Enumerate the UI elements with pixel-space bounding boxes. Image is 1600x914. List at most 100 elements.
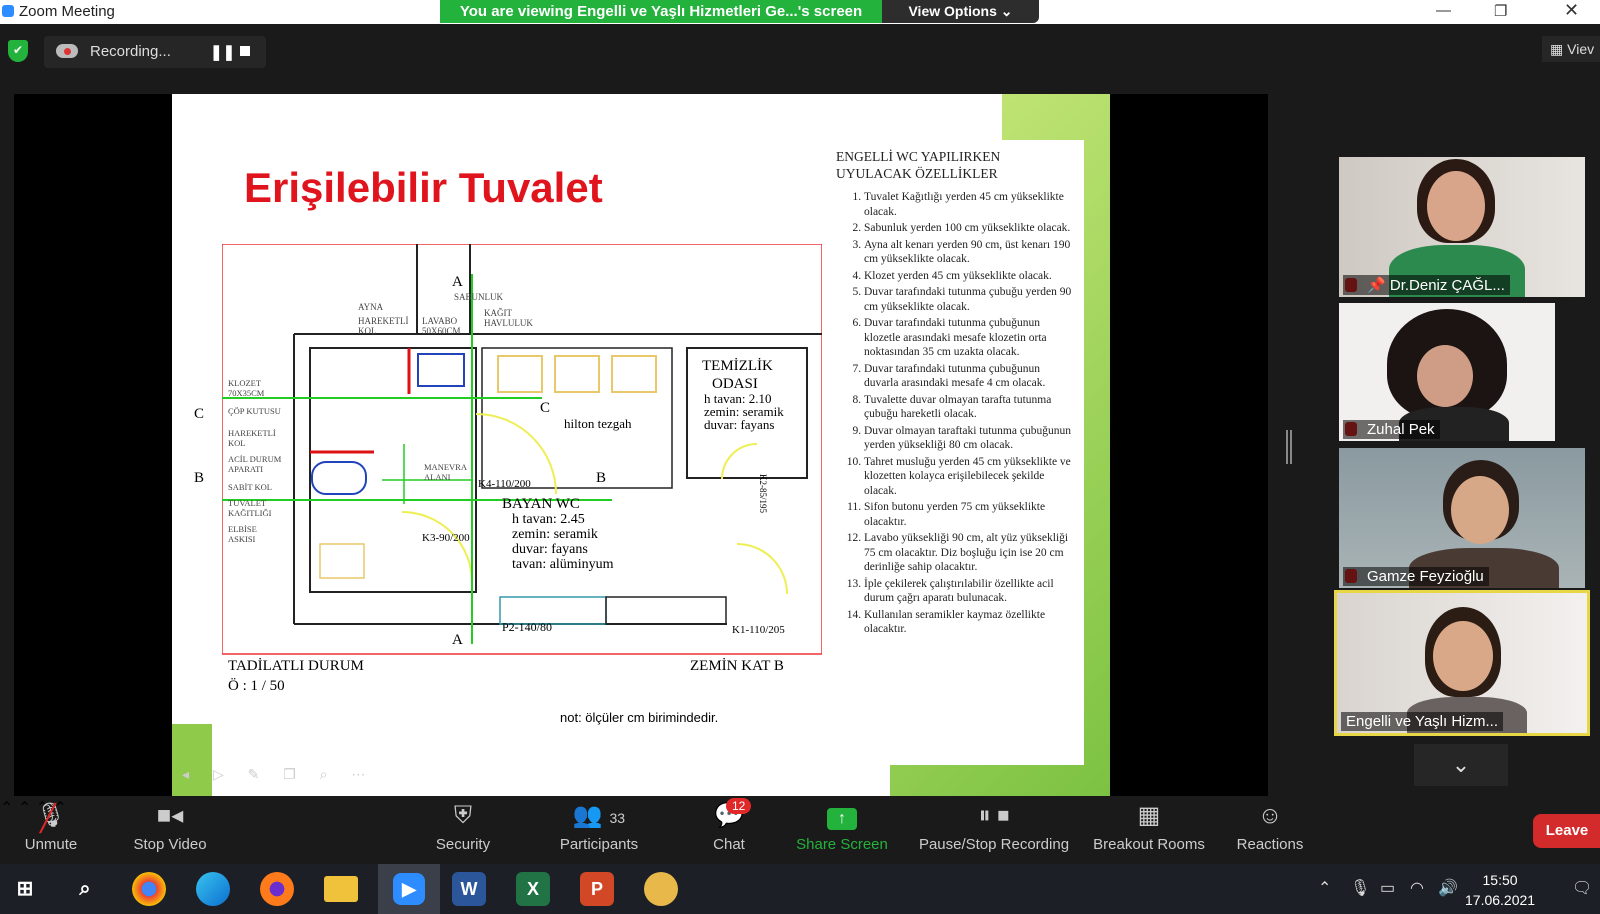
- volume-icon[interactable]: 🔊: [1438, 878, 1458, 898]
- windows-start-icon[interactable]: ⊞: [8, 872, 42, 906]
- stop-video-label: Stop Video: [133, 836, 207, 853]
- stop-video-button[interactable]: ■◂ Stop Video: [128, 798, 212, 864]
- rule-item: Kullanılan seramikler kaymaz özellikte o…: [864, 608, 1076, 637]
- word-icon[interactable]: W: [452, 872, 486, 906]
- breakout-rooms-icon: ▦: [1137, 802, 1161, 829]
- rules-panel: ENGELLİ WC YAPILIRKEN UYULACAK ÖZELLİKLE…: [822, 140, 1084, 765]
- chat-label: Chat: [713, 836, 745, 853]
- view-options-button[interactable]: View Options ⌄: [882, 0, 1039, 23]
- file-explorer-icon[interactable]: [324, 876, 358, 902]
- pause-recording-button[interactable]: ❚❚: [210, 43, 235, 61]
- excel-icon[interactable]: X: [516, 872, 550, 906]
- bayan-floor: zemin: seramik: [512, 527, 598, 542]
- active-speaker-video-tile[interactable]: Engelli ve Yaşlı Hizm...: [1334, 590, 1590, 736]
- close-button[interactable]: ✕: [1564, 0, 1579, 21]
- section-mark-a-bottom: A: [452, 632, 463, 648]
- shield-icon: ⛨: [454, 802, 472, 829]
- share-screen-label: Share Screen: [796, 836, 888, 853]
- label-door-k1: K1-110/205: [732, 624, 785, 636]
- label-lavabo: LAVABO 50X60CM: [422, 316, 461, 336]
- participant-video-tile[interactable]: 📌 Dr.Deniz ÇAĞL...: [1339, 157, 1585, 297]
- participants-label: Participants: [559, 836, 639, 853]
- grid-icon: ▦: [1550, 41, 1568, 57]
- label-acil-durum: ACİL DURUM APARATI: [228, 454, 282, 474]
- participants-icon: 👥 33: [572, 802, 626, 829]
- unmute-button[interactable]: 🎙 ╱ Unmute: [20, 798, 82, 864]
- label-klozet: KLOZET 70X35CM: [228, 378, 265, 398]
- viewing-screen-banner: You are viewing Engelli ve Yaşlı Hizmetl…: [440, 0, 882, 23]
- rules-list: Tuvalet Kağıtlığı yerden 45 cm yükseklik…: [836, 190, 1076, 637]
- participant-face: [1427, 171, 1485, 241]
- clock-time: 15:50: [1482, 872, 1518, 888]
- label-bayan-wc: BAYAN WC: [502, 496, 580, 512]
- label-door-k3: K3-90/200: [422, 532, 470, 544]
- participants-count: 33: [609, 810, 626, 826]
- search-icon[interactable]: ⌕: [68, 872, 102, 906]
- pin-icon: 📌: [1367, 277, 1390, 294]
- battery-icon[interactable]: ▭: [1380, 878, 1395, 898]
- participant-name: 📌 Dr.Deniz ÇAĞL...: [1343, 275, 1510, 295]
- maximize-button[interactable]: ❐: [1494, 2, 1507, 20]
- label-scale: Ö : 1 / 50: [228, 678, 285, 694]
- firefox-icon[interactable]: [260, 872, 294, 906]
- meeting-toolbar: 🎙 ╱ Unmute ⌃ ■◂ Stop Video ⌃ ⛨ Security 👥…: [0, 798, 1600, 864]
- rule-item: Tahret musluğu yerden 45 cm yükseklikte …: [864, 455, 1076, 499]
- zoom-taskbar-item[interactable]: ▶: [378, 864, 440, 914]
- microphone-tray-icon[interactable]: 🎙: [1350, 878, 1370, 898]
- breakout-rooms-button[interactable]: ▦ Breakout Rooms: [1090, 798, 1208, 864]
- chat-button[interactable]: 💬 12 Chat: [708, 798, 752, 864]
- share-screen-button[interactable]: ↑ Share Screen: [796, 798, 888, 864]
- windows-taskbar: ⊞ ⌕ ▶ W X P ⌃ 🎙 ▭ ◠ 🔊 15:50 17.06.2021 🗨: [0, 864, 1600, 914]
- chrome-icon[interactable]: [132, 872, 166, 906]
- rule-item: Klozet yerden 45 cm yükseklikte olacak.: [864, 269, 1076, 284]
- plan-sink: [611, 355, 657, 393]
- paint-icon[interactable]: [644, 872, 678, 906]
- edge-icon[interactable]: [196, 872, 230, 906]
- temizlik-wall: duvar: fayans: [704, 417, 775, 432]
- label-door-k2: K2-85/195: [758, 474, 768, 513]
- stop-recording-button[interactable]: [240, 46, 250, 56]
- audio-options-chevron-icon[interactable]: ⌃: [0, 800, 13, 817]
- bayan-ceiling: tavan: alüminyum: [512, 557, 614, 572]
- leave-button[interactable]: Leave: [1533, 814, 1600, 848]
- rules-heading-line2: UYULACAK ÖZELLİKLER: [836, 166, 998, 181]
- rule-item: Sabunluk yerden 100 cm yükseklikte olaca…: [864, 221, 1076, 236]
- temizlik-details: h tavan: 2.10 zemin: seramik duvar: faya…: [704, 392, 804, 431]
- participant-video-tile[interactable]: Gamze Feyzioğlu: [1339, 448, 1585, 588]
- taskbar-clock[interactable]: 15:50 17.06.2021: [1465, 870, 1535, 910]
- label-temizlik: TEMİZLİK: [702, 358, 773, 374]
- powerpoint-icon[interactable]: P: [580, 872, 614, 906]
- minimize-button[interactable]: —: [1436, 2, 1451, 19]
- section-mark-c-right: C: [540, 400, 551, 416]
- participants-button[interactable]: 👥 33 Participants: [552, 798, 646, 864]
- cloud-recording-icon: [56, 44, 78, 58]
- participant-face: [1451, 476, 1509, 544]
- participant-name: Engelli ve Yaşlı Hizm...: [1341, 712, 1503, 731]
- security-shield-icon[interactable]: ✔: [8, 40, 28, 62]
- notifications-icon[interactable]: 🗨: [1572, 878, 1592, 898]
- pause-stop-label: Pause/Stop Recording: [918, 836, 1070, 853]
- rule-item: Duvar tarafındaki tutunma çubuğunun duva…: [864, 362, 1076, 391]
- participant-name: Zuhal Pek: [1343, 420, 1440, 439]
- rule-item: İple çekilerek çalıştırılabilir özellikt…: [864, 577, 1076, 606]
- pause-stop-recording-button[interactable]: ⏸ ⏹ Pause/Stop Recording: [914, 798, 1074, 864]
- wifi-icon[interactable]: ◠: [1410, 878, 1424, 898]
- bayan-height: h tavan: 2.45: [512, 512, 585, 527]
- slideshow-controls[interactable]: ◂ ▷ ✎ ❐ ⌕ ⋯: [182, 766, 375, 783]
- security-button[interactable]: ⛨ Security: [428, 798, 498, 864]
- plan-sink: [554, 355, 600, 393]
- rule-item: Lavabo yüksekliği 90 cm, alt yüz yüksekl…: [864, 531, 1076, 575]
- label-sabunluk: SABUNLUK: [454, 292, 504, 302]
- show-hidden-icons-chevron[interactable]: ⌃: [1318, 878, 1331, 898]
- view-label: Viev: [1567, 41, 1595, 57]
- section-mark-c-left: C: [194, 406, 205, 422]
- panel-resize-handle[interactable]: [1286, 430, 1292, 464]
- gallery-scroll-down-button[interactable]: ⌄: [1414, 744, 1508, 786]
- participant-video-tile[interactable]: Zuhal Pek: [1339, 303, 1555, 441]
- plan-door-arc: [721, 443, 758, 480]
- label-tadilatli-durum: TADİLATLI DURUM: [228, 658, 364, 674]
- label-cop-kutusu: ÇÖP KUTUSU: [228, 406, 281, 416]
- reactions-button[interactable]: ☺ Reactions: [1234, 798, 1306, 864]
- label-zemin-kat: ZEMİN KAT B: [690, 658, 784, 674]
- view-layout-button[interactable]: ▦ Viev: [1542, 36, 1600, 62]
